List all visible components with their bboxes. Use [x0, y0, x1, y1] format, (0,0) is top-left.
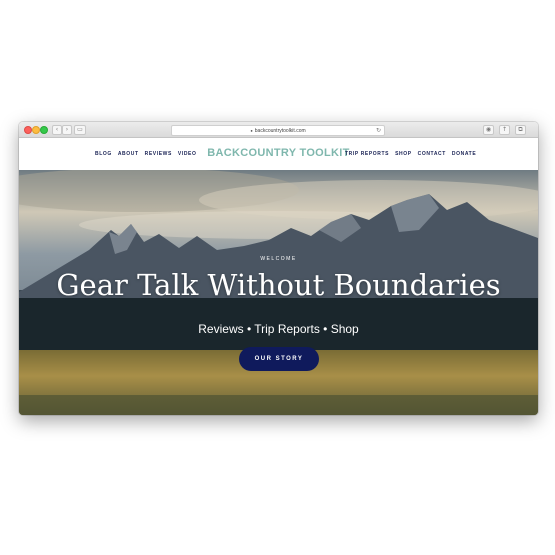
close-window-button[interactable] — [24, 126, 32, 134]
hero-headline: Gear Talk Without Boundaries — [56, 268, 501, 302]
share-button[interactable]: ↑ — [499, 125, 510, 135]
back-button[interactable]: ‹ — [52, 125, 62, 135]
address-bar[interactable]: ● backcountrytoolkit.com ↻ — [171, 125, 385, 136]
reload-icon[interactable]: ↻ — [376, 126, 381, 135]
our-story-button[interactable]: OUR STORY — [239, 347, 319, 371]
lock-icon: ● — [250, 128, 253, 133]
extension-button[interactable]: ◉ — [483, 125, 494, 135]
nav-right: TRIP REPORTS SHOP CONTACT DONATE — [345, 151, 482, 157]
nav-shop[interactable]: SHOP — [395, 151, 412, 157]
tabs-button[interactable]: ⧉ — [515, 125, 526, 135]
url-text: backcountrytoolkit.com — [254, 128, 306, 134]
nav-contact[interactable]: CONTACT — [418, 151, 446, 157]
nav-trip-reports[interactable]: TRIP REPORTS — [345, 151, 389, 157]
sidebar-toggle-button[interactable]: ▭ — [74, 125, 86, 135]
welcome-eyebrow: WELCOME — [260, 256, 297, 262]
browser-toolbar: ‹ › ▭ ● backcountrytoolkit.com ↻ ◉ ↑ ⧉ — [19, 122, 538, 138]
nav-donate[interactable]: DONATE — [452, 151, 476, 157]
browser-window: ‹ › ▭ ● backcountrytoolkit.com ↻ ◉ ↑ ⧉ BL… — [19, 122, 538, 415]
minimize-window-button[interactable] — [32, 126, 40, 134]
zoom-window-button[interactable] — [40, 126, 48, 134]
forward-button[interactable]: › — [62, 125, 72, 135]
site-header: BLOG ABOUT REVIEWS VIDEO BACKCOUNTRY TOOLKI… — [19, 138, 538, 170]
hero-subline: Reviews • Trip Reports • Shop — [198, 322, 359, 336]
hero-banner: WELCOME Gear Talk Without Boundaries Rev… — [19, 170, 538, 415]
